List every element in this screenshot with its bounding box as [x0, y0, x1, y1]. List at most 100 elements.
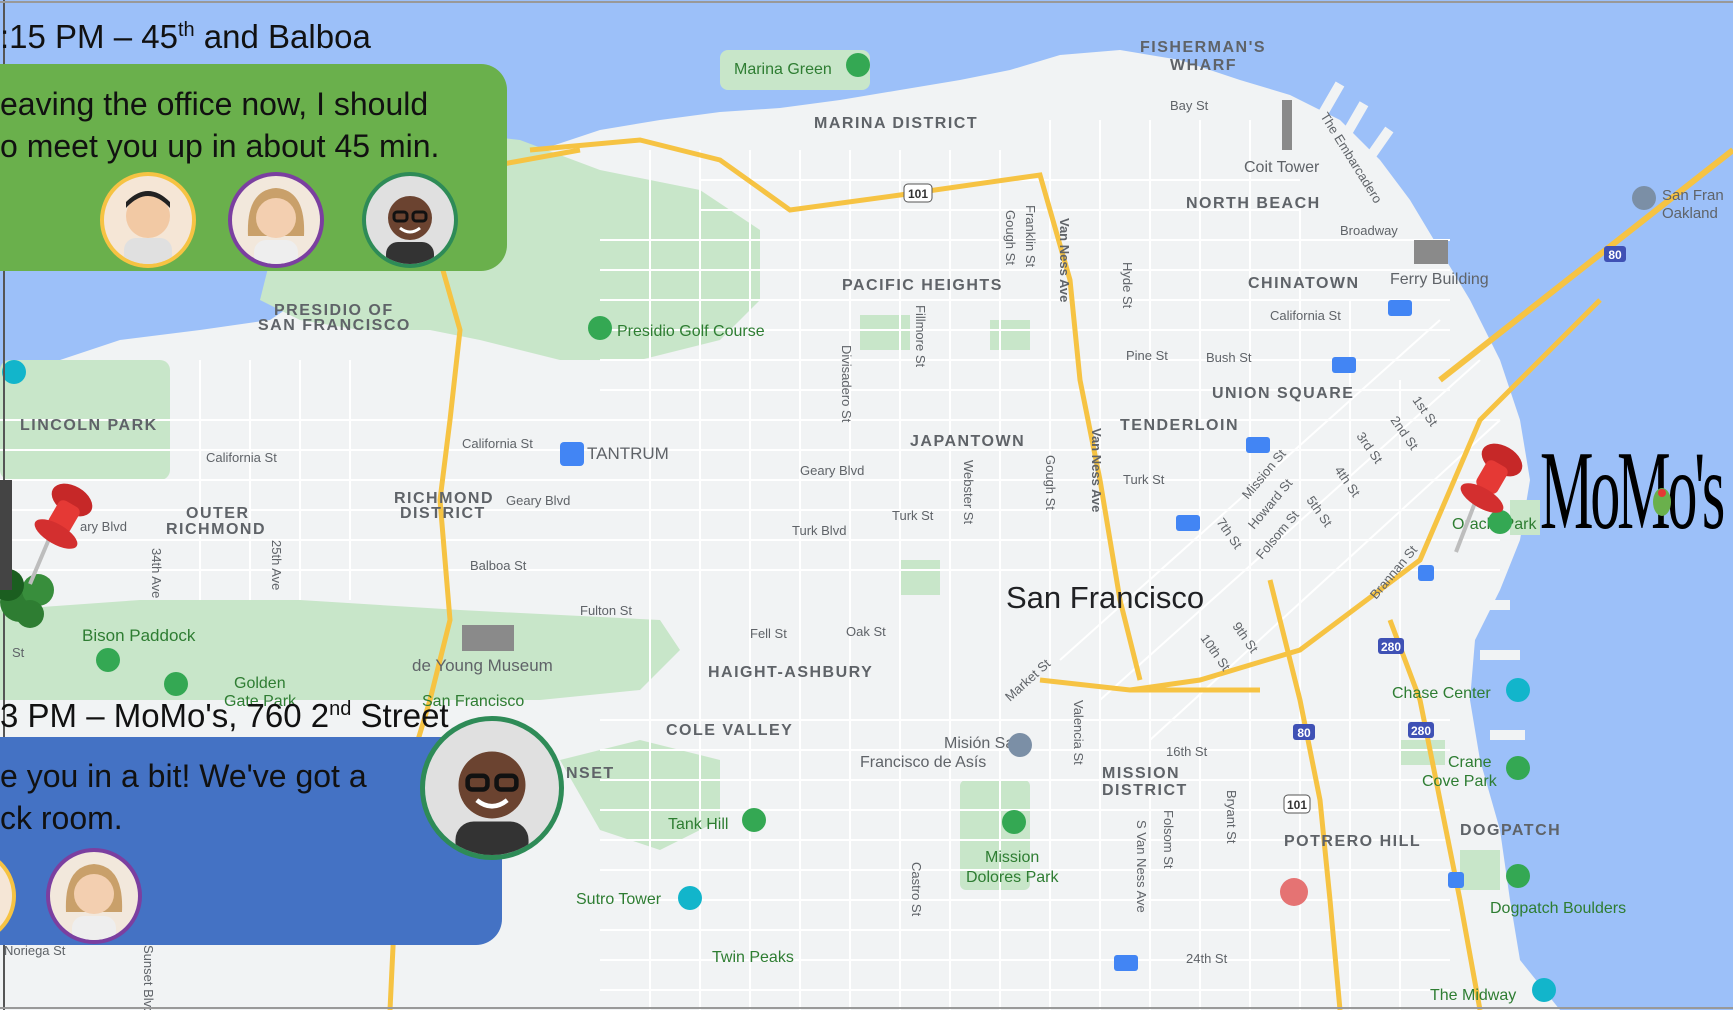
svg-text:Oakland: Oakland — [1662, 205, 1718, 222]
svg-text:MISSION: MISSION — [1102, 765, 1180, 782]
svg-text:SAN FRANCISCO: SAN FRANCISCO — [258, 317, 411, 334]
svg-text:PACIFIC HEIGHTS: PACIFIC HEIGHTS — [842, 277, 1003, 294]
svg-text:Presidio Golf Course: Presidio Golf Course — [617, 323, 765, 340]
svg-text:DOGPATCH: DOGPATCH — [1460, 822, 1561, 839]
svg-text:Francisco de Asís: Francisco de Asís — [860, 754, 986, 771]
svg-text:Marina Green: Marina Green — [734, 61, 832, 78]
svg-text:Cove Park: Cove Park — [1422, 773, 1498, 790]
svg-text:Turk Blvd: Turk Blvd — [792, 523, 846, 538]
svg-text:Sunset Blvd: Sunset Blvd — [141, 945, 156, 1010]
svg-text:16th St: 16th St — [1166, 744, 1208, 759]
pin-start-location[interactable] — [0, 480, 110, 640]
svg-text:COLE VALLEY: COLE VALLEY — [666, 722, 793, 739]
svg-text:Chase Center: Chase Center — [1392, 685, 1491, 702]
svg-text:TANTRUM: TANTRUM — [587, 444, 669, 463]
svg-text:LINCOLN PARK: LINCOLN PARK — [20, 417, 158, 434]
svg-text:OUTER: OUTER — [186, 505, 250, 522]
svg-text:Mission: Mission — [985, 849, 1039, 866]
svg-text:Fell St: Fell St — [750, 626, 787, 641]
avatar-woman-blonde-2[interactable] — [46, 848, 142, 944]
avatar-man-glasses-large[interactable] — [420, 716, 564, 860]
svg-text:California St: California St — [206, 450, 277, 465]
svg-text:280: 280 — [1381, 640, 1401, 654]
svg-text:Ferry Building: Ferry Building — [1390, 271, 1489, 288]
svg-text:S Van Ness Ave: S Van Ness Ave — [1134, 820, 1149, 913]
top-message-line-1: eaving the office now, I should — [0, 86, 429, 122]
svg-text:Turk St: Turk St — [892, 508, 934, 523]
svg-text:Balboa St: Balboa St — [470, 558, 527, 573]
svg-text:TENDERLOIN: TENDERLOIN — [1120, 417, 1239, 434]
svg-text:Turk St: Turk St — [1123, 472, 1165, 487]
svg-text:Oak St: Oak St — [846, 624, 886, 639]
pushpin-icon — [28, 483, 93, 585]
svg-text:Franklin St: Franklin St — [1023, 205, 1038, 268]
svg-text:Twin Peaks: Twin Peaks — [712, 949, 794, 966]
svg-text:Gough St: Gough St — [1003, 210, 1018, 265]
svg-text:Webster St: Webster St — [961, 460, 976, 524]
avatar-woman-blonde[interactable] — [228, 172, 324, 268]
momos-logo: MoMo's — [1540, 429, 1728, 550]
svg-text:Pine St: Pine St — [1126, 348, 1168, 363]
svg-text:POTRERO HILL: POTRERO HILL — [1284, 833, 1421, 850]
svg-text:Fulton St: Fulton St — [580, 603, 632, 618]
svg-text:Divisadero St: Divisadero St — [839, 345, 854, 423]
top-message-place: and Balboa — [194, 18, 371, 55]
svg-text:Broadway: Broadway — [1340, 223, 1398, 238]
bottom-message-line-1: e you in a bit! We've got a — [0, 758, 367, 794]
svg-text:Golden: Golden — [234, 675, 286, 692]
top-message-line-2: o meet you up in about 45 min. — [0, 128, 440, 164]
city-label: San Francisco — [1006, 580, 1204, 615]
bottom-message-time: 3 PM – MoMo's, 760 2 — [0, 697, 330, 734]
svg-text:Bryant St: Bryant St — [1224, 790, 1239, 844]
svg-text:CHINATOWN: CHINATOWN — [1248, 275, 1360, 292]
svg-text:California St: California St — [1270, 308, 1341, 323]
svg-text:Van Ness Ave: Van Ness Ave — [1089, 428, 1104, 512]
top-message-time: :15 PM – 45 — [0, 18, 178, 55]
pimento-icon — [1658, 489, 1666, 497]
svg-text:DISTRICT: DISTRICT — [1102, 782, 1188, 799]
svg-text:Tank Hill: Tank Hill — [668, 816, 728, 833]
svg-text:Dolores Park: Dolores Park — [966, 869, 1059, 886]
svg-text:DISTRICT: DISTRICT — [400, 505, 486, 522]
svg-text:WHARF: WHARF — [1170, 57, 1237, 74]
svg-text:NSET: NSET — [566, 765, 615, 782]
svg-text:MARINA DISTRICT: MARINA DISTRICT — [814, 115, 978, 132]
svg-text:Coit Tower: Coit Tower — [1244, 159, 1320, 176]
avatar-man-asian[interactable] — [100, 172, 196, 268]
svg-text:Noriega St: Noriega St — [4, 943, 66, 958]
svg-text:24th St: 24th St — [1186, 951, 1228, 966]
svg-text:Bay St: Bay St — [1170, 98, 1209, 113]
svg-text:San Fran: San Fran — [1662, 187, 1724, 204]
pushpin-icon — [1454, 443, 1523, 553]
bottom-message-time-sup: nd — [329, 698, 352, 720]
svg-text:Geary Blvd: Geary Blvd — [506, 493, 570, 508]
svg-text:FISHERMAN'S: FISHERMAN'S — [1140, 39, 1266, 56]
svg-text:St: St — [12, 645, 25, 660]
svg-text:JAPANTOWN: JAPANTOWN — [910, 433, 1025, 450]
svg-text:Van Ness Ave: Van Ness Ave — [1057, 218, 1072, 302]
svg-text:Castro St: Castro St — [909, 862, 924, 917]
building-edge — [0, 480, 12, 590]
avatar-man-glasses[interactable] — [362, 172, 458, 268]
svg-text:Crane: Crane — [1448, 754, 1492, 771]
top-message-time-sup: th — [177, 19, 195, 41]
svg-text:Geary Blvd: Geary Blvd — [800, 463, 864, 478]
svg-text:Gough St: Gough St — [1043, 455, 1058, 510]
svg-text:Sutro Tower: Sutro Tower — [576, 891, 662, 908]
svg-text:California St: California St — [462, 436, 533, 451]
svg-text:The Midway: The Midway — [1430, 987, 1516, 1004]
svg-text:80: 80 — [1608, 248, 1622, 262]
svg-text:de Young Museum: de Young Museum — [412, 656, 553, 675]
svg-text:Dogpatch Boulders: Dogpatch Boulders — [1490, 900, 1626, 917]
svg-text:101: 101 — [908, 187, 928, 201]
svg-text:34th Ave: 34th Ave — [149, 548, 164, 598]
bottom-message-place: Street — [351, 697, 449, 734]
bottom-message-header: 3 PM – MoMo's, 760 2nd Street — [0, 697, 449, 735]
svg-text:Bush St: Bush St — [1206, 350, 1252, 365]
momos-logo-text: MoMo's — [1540, 429, 1723, 550]
pin-destination[interactable] — [1440, 440, 1550, 560]
svg-text:101: 101 — [1287, 798, 1307, 812]
svg-text:Valencia St: Valencia St — [1071, 700, 1086, 765]
svg-text:Folsom St: Folsom St — [1161, 810, 1176, 869]
svg-text:Fillmore St: Fillmore St — [913, 305, 928, 368]
